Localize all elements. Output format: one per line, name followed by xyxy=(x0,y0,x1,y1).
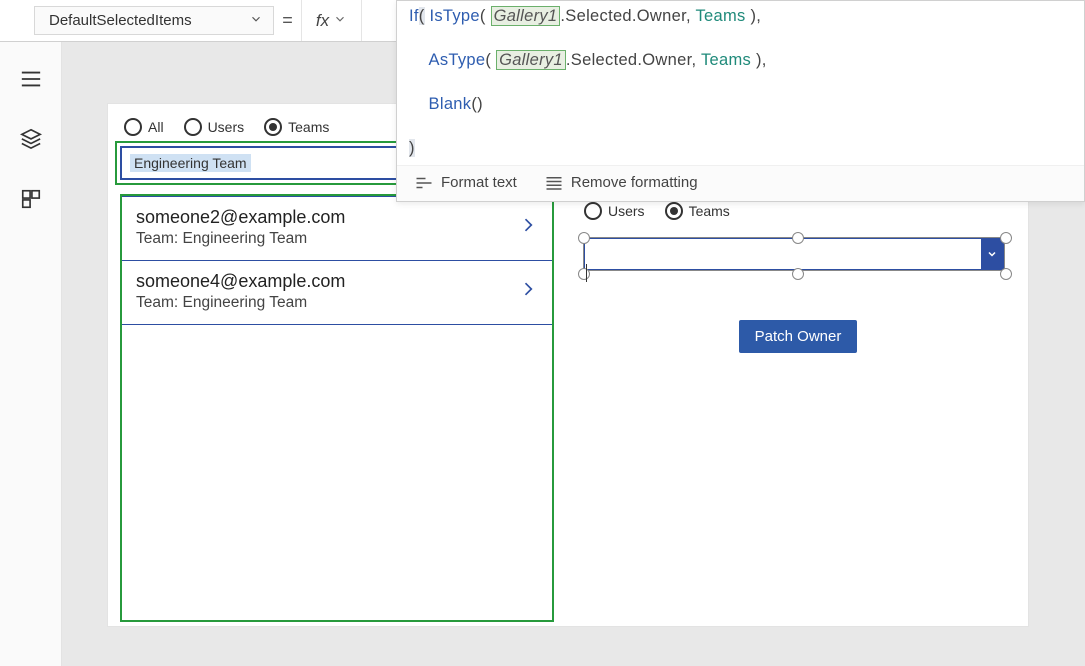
resize-handle[interactable] xyxy=(792,232,804,244)
formula-editor[interactable]: If( IsType( Gallery1.Selected.Owner, Tea… xyxy=(397,1,1084,165)
radio-teams-right[interactable]: Teams xyxy=(665,202,730,220)
formula-toolbar: Format text Remove formatting xyxy=(397,165,1084,201)
layers-icon[interactable] xyxy=(20,127,42,154)
fx-button[interactable]: fx xyxy=(302,0,362,41)
chevron-right-icon xyxy=(518,276,538,307)
gallery-item-title: someone2@example.com xyxy=(136,207,518,228)
patch-owner-button[interactable]: Patch Owner xyxy=(739,320,858,353)
resize-handle[interactable] xyxy=(578,232,590,244)
chevron-right-icon xyxy=(518,212,538,243)
radio-users[interactable]: Users xyxy=(184,118,245,136)
gallery[interactable]: someone2@example.com Team: Engineering T… xyxy=(120,194,554,622)
radio-users-right[interactable]: Users xyxy=(584,202,645,220)
selected-combobox-wrap xyxy=(578,234,1018,274)
app-right-column: Users Teams Patch Owner xyxy=(578,202,1018,353)
left-rail xyxy=(0,42,62,666)
chevron-down-icon[interactable] xyxy=(981,239,1003,269)
property-selector[interactable]: DefaultSelectedItems xyxy=(34,6,274,35)
radio-all[interactable]: All xyxy=(124,118,164,136)
fn-blank: Blank xyxy=(429,95,472,113)
hamburger-icon[interactable] xyxy=(20,70,42,93)
radio-teams[interactable]: Teams xyxy=(264,118,329,136)
remove-formatting-label: Remove formatting xyxy=(571,174,698,191)
fn-istype: IsType xyxy=(429,7,479,25)
gallery-item-title: someone4@example.com xyxy=(136,271,518,292)
ref-gallery1: Gallery1 xyxy=(491,6,561,26)
right-radio-group: Users Teams xyxy=(578,202,1018,234)
remove-formatting-button[interactable]: Remove formatting xyxy=(545,174,698,191)
resize-handle[interactable] xyxy=(578,268,590,280)
gallery-item-sub: Team: Engineering Team xyxy=(136,294,518,312)
format-text-button[interactable]: Format text xyxy=(415,174,517,191)
gallery-item[interactable]: someone2@example.com Team: Engineering T… xyxy=(122,196,552,261)
resize-handle[interactable] xyxy=(792,268,804,280)
resize-handle[interactable] xyxy=(1000,268,1012,280)
fn-if: If xyxy=(409,7,419,25)
equals-symbol: = xyxy=(274,0,302,41)
components-icon[interactable] xyxy=(20,188,42,215)
gallery-item[interactable]: someone4@example.com Team: Engineering T… xyxy=(122,261,552,325)
chevron-down-icon xyxy=(333,12,347,29)
text-caret xyxy=(586,264,587,282)
gallery-item-sub: Team: Engineering Team xyxy=(136,230,518,248)
property-selector-value: DefaultSelectedItems xyxy=(49,12,192,29)
format-text-label: Format text xyxy=(441,174,517,191)
type-teams-2: Teams xyxy=(701,51,751,69)
team-combobox-value: Engineering Team xyxy=(130,154,251,172)
resize-handle[interactable] xyxy=(1000,232,1012,244)
formula-panel: If( IsType( Gallery1.Selected.Owner, Tea… xyxy=(396,0,1085,202)
ref-gallery1-2: Gallery1 xyxy=(496,50,566,70)
chevron-down-icon xyxy=(249,12,263,30)
fx-label: fx xyxy=(316,11,329,31)
fn-astype: AsType xyxy=(429,51,486,69)
type-teams: Teams xyxy=(695,7,745,25)
